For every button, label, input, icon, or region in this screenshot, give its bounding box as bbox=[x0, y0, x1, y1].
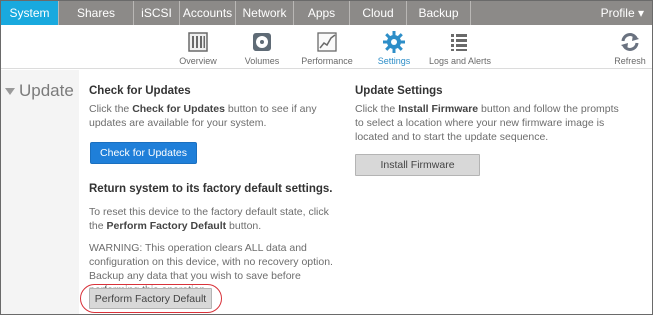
tab-backup[interactable]: Backup bbox=[407, 1, 471, 25]
tab-accounts[interactable]: Accounts bbox=[180, 1, 236, 25]
refresh-button[interactable]: Refresh bbox=[613, 29, 647, 66]
app-window: System Shares iSCSI Accounts Network App… bbox=[0, 0, 653, 315]
subnav-settings[interactable]: Settings bbox=[374, 29, 414, 66]
content-area: Update Check for Updates Click the Check… bbox=[1, 70, 652, 314]
subnav-volumes-label: Volumes bbox=[244, 56, 280, 66]
volumes-icon bbox=[242, 29, 282, 55]
factory-default-heading: Return system to its factory default set… bbox=[89, 183, 333, 195]
subnav-logs[interactable]: Logs and Alerts bbox=[429, 29, 492, 66]
subnav-settings-label: Settings bbox=[377, 56, 411, 66]
check-for-updates-button[interactable]: Check for Updates bbox=[90, 142, 197, 164]
profile-menu[interactable]: Profile ▾ bbox=[601, 1, 652, 25]
subnav-performance-label: Performance bbox=[301, 56, 353, 66]
refresh-icon bbox=[613, 29, 647, 55]
subnav-overview[interactable]: Overview bbox=[177, 29, 219, 66]
subnav-volumes[interactable]: Volumes bbox=[242, 29, 282, 66]
tab-iscsi[interactable]: iSCSI bbox=[134, 1, 180, 25]
gear-icon bbox=[374, 29, 414, 55]
tab-shares[interactable]: Shares bbox=[59, 1, 134, 25]
subnav-performance[interactable]: Performance bbox=[299, 29, 355, 66]
top-nav: System Shares iSCSI Accounts Network App… bbox=[1, 1, 652, 25]
overview-icon bbox=[177, 29, 219, 55]
section-title: Update bbox=[19, 81, 74, 100]
check-updates-heading: Check for Updates bbox=[89, 85, 191, 97]
tab-network[interactable]: Network bbox=[236, 1, 294, 25]
refresh-label: Refresh bbox=[614, 56, 646, 66]
logs-icon bbox=[429, 29, 489, 55]
factory-default-description: To reset this device to the factory defa… bbox=[89, 206, 329, 232]
update-settings-section: Update Settings Click the Install Firmwa… bbox=[355, 84, 625, 144]
sub-nav: Overview Volumes Performance Settings Lo… bbox=[1, 25, 652, 69]
install-firmware-button[interactable]: Install Firmware bbox=[355, 154, 480, 176]
tab-cloud[interactable]: Cloud bbox=[350, 1, 407, 25]
collapse-triangle-icon bbox=[5, 87, 15, 95]
subnav-logs-label: Logs and Alerts bbox=[429, 56, 492, 66]
section-header[interactable]: Update bbox=[5, 81, 74, 101]
tab-apps[interactable]: Apps bbox=[294, 1, 350, 25]
perform-factory-default-button[interactable]: Perform Factory Default bbox=[89, 288, 212, 309]
check-updates-section: Check for Updates Click the Check for Up… bbox=[89, 84, 329, 130]
update-settings-description: Click the Install Firmware button and fo… bbox=[355, 103, 619, 143]
performance-icon bbox=[299, 29, 355, 55]
factory-default-section: Return system to its factory default set… bbox=[89, 182, 339, 297]
check-updates-description: Click the Check for Updates button to se… bbox=[89, 103, 317, 129]
update-settings-heading: Update Settings bbox=[355, 85, 443, 97]
subnav-overview-label: Overview bbox=[179, 56, 217, 66]
update-panel: Check for Updates Click the Check for Up… bbox=[79, 70, 652, 314]
tab-system[interactable]: System bbox=[1, 1, 59, 25]
